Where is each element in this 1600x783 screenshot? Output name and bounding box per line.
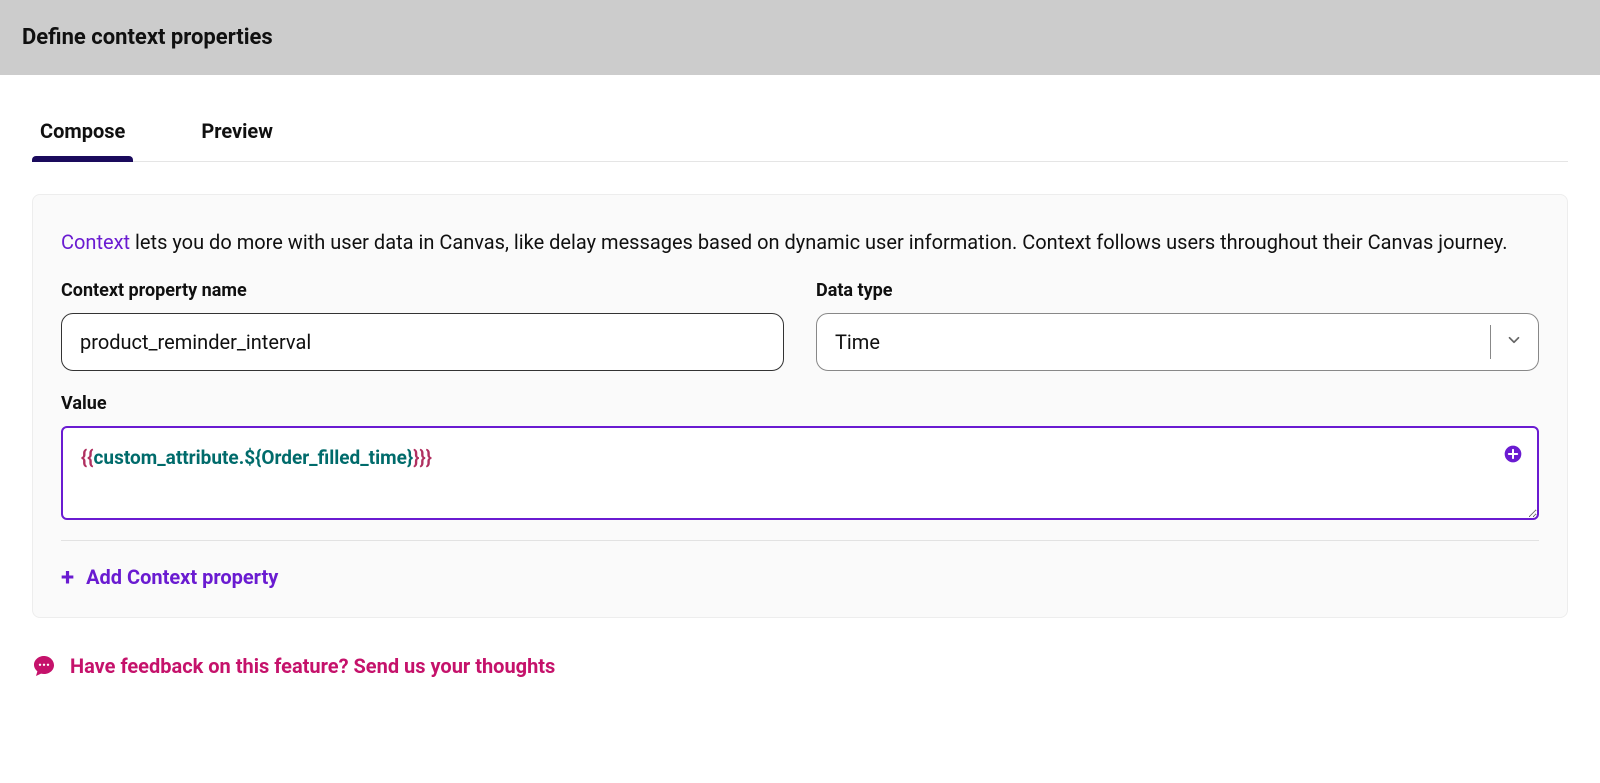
token-open: {{	[81, 446, 94, 469]
tab-compose[interactable]: Compose	[32, 119, 133, 161]
feedback-text: Have feedback on this feature? Send us y…	[70, 654, 555, 678]
value-input[interactable]: {{custom_attribute.${Order_filled_time}}…	[61, 426, 1539, 520]
description-text: lets you do more with user data in Canva…	[130, 230, 1507, 254]
add-context-property-button[interactable]: + Add Context property	[61, 565, 278, 589]
token-close: }}}	[413, 446, 432, 469]
data-type-select-wrap	[816, 313, 1539, 371]
context-link[interactable]: Context	[61, 230, 130, 254]
add-context-property-label: Add Context property	[86, 565, 278, 589]
property-name-col: Context property name	[61, 280, 784, 371]
panel-description: Context lets you do more with user data …	[61, 227, 1539, 258]
token-attr: custom_attribute	[94, 446, 239, 469]
context-panel: Context lets you do more with user data …	[32, 194, 1568, 618]
tabs-row: Compose Preview	[32, 75, 1568, 162]
data-type-label: Data type	[816, 280, 1539, 301]
header-bar: Define context properties	[0, 0, 1600, 75]
divider	[61, 540, 1539, 541]
plus-icon: +	[61, 565, 74, 589]
data-type-select[interactable]	[816, 313, 1539, 371]
plus-circle-icon	[1503, 444, 1523, 464]
chat-icon	[32, 654, 56, 678]
property-name-label: Context property name	[61, 280, 784, 301]
content-wrap: Compose Preview Context lets you do more…	[0, 75, 1600, 710]
value-add-button[interactable]	[1503, 444, 1523, 468]
fields-row: Context property name Data type	[61, 280, 1539, 371]
data-type-col: Data type	[816, 280, 1539, 371]
token-inner: ${Order_filled_time}	[244, 446, 413, 469]
tab-preview[interactable]: Preview	[193, 119, 281, 161]
value-field: {{custom_attribute.${Order_filled_time}}…	[61, 426, 1539, 520]
feedback-link[interactable]: Have feedback on this feature? Send us y…	[32, 654, 555, 678]
value-label: Value	[61, 393, 1539, 414]
property-name-input[interactable]	[61, 313, 784, 371]
page-title: Define context properties	[22, 25, 273, 50]
